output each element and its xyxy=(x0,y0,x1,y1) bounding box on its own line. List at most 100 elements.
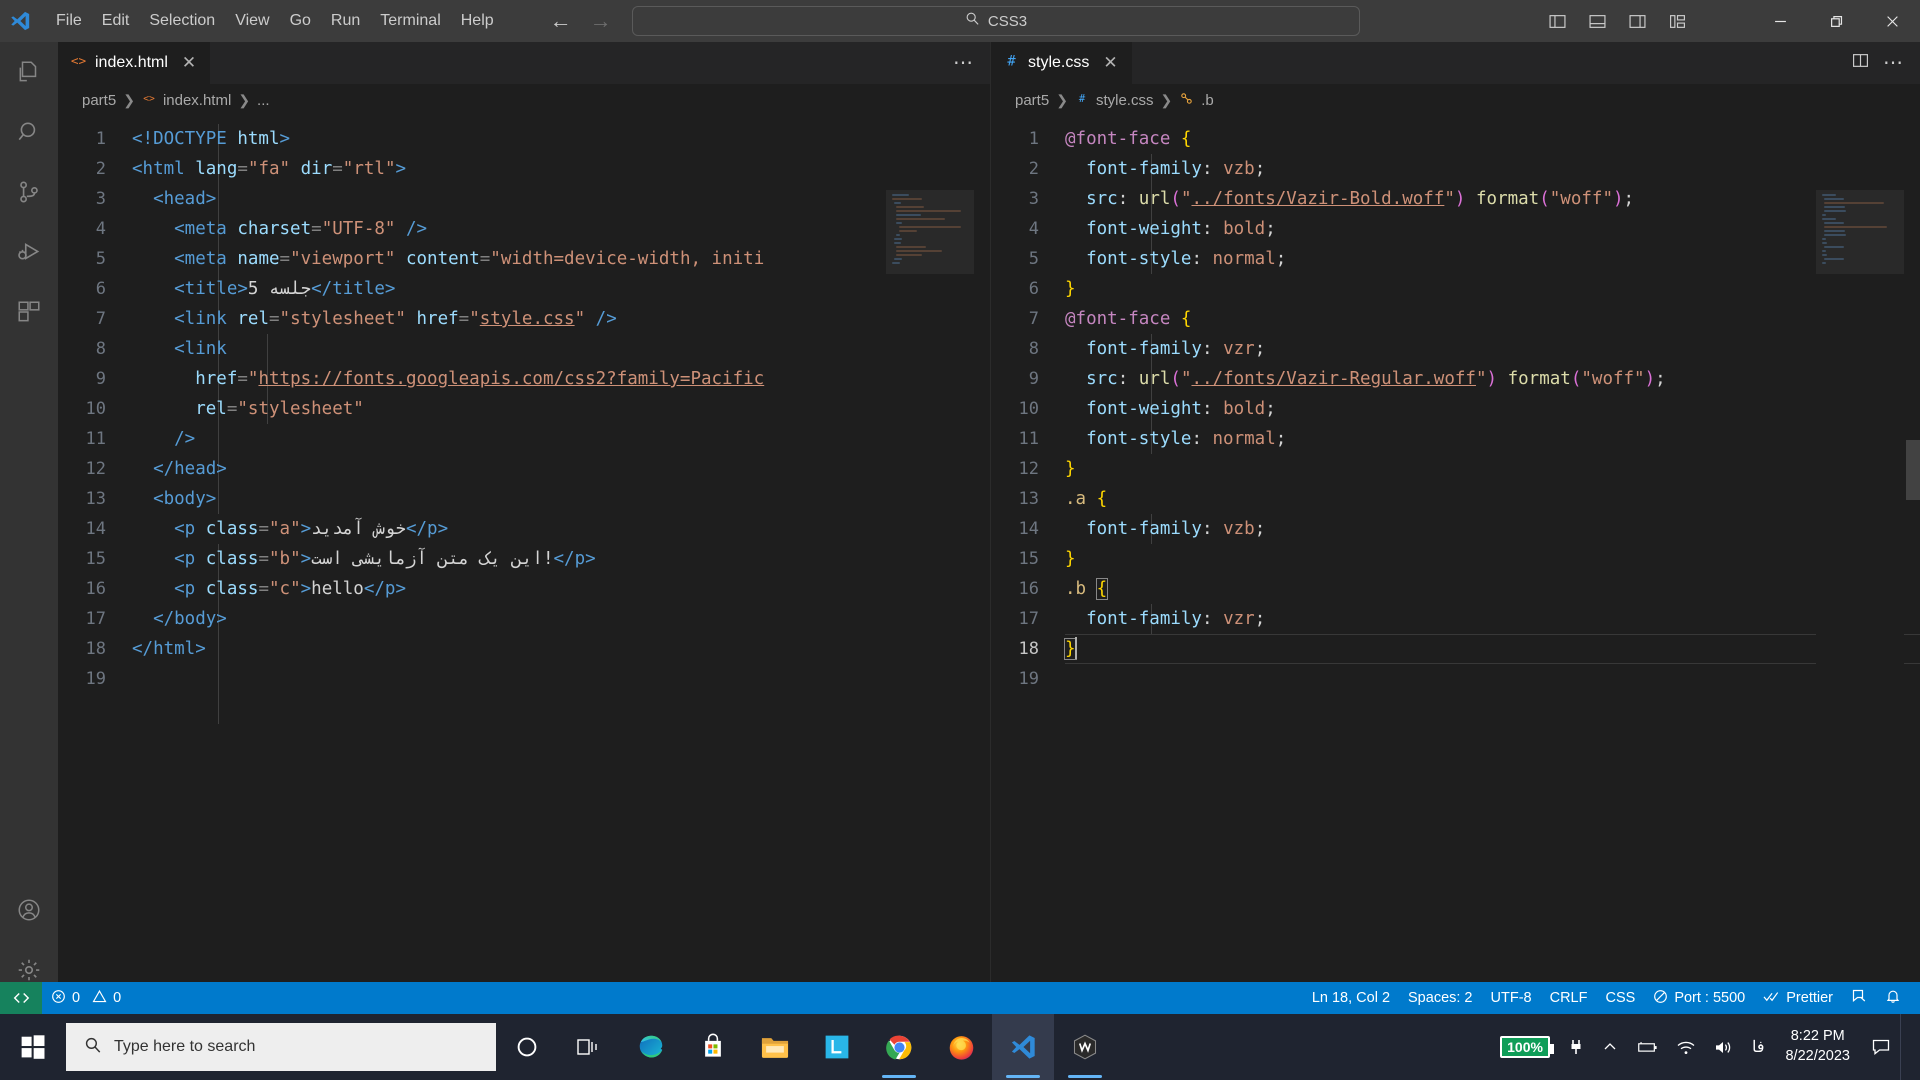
sidebar-item-run-and-debug[interactable] xyxy=(0,222,58,282)
code-line[interactable]: 5 font-style: normal; xyxy=(991,244,1920,274)
code-line[interactable]: 5 <meta name="viewport" content="width=d… xyxy=(58,244,990,274)
code-line[interactable]: 16 <p class="c">hello</p> xyxy=(58,574,990,604)
ellipsis-icon[interactable]: ⋯ xyxy=(953,53,974,73)
code-line[interactable]: 19 xyxy=(58,664,990,694)
tab-style-css[interactable]: # style.css ✕ xyxy=(991,42,1133,84)
menu-selection[interactable]: Selection xyxy=(139,6,225,36)
battery-icon[interactable] xyxy=(1627,1014,1667,1080)
code-line[interactable]: 11 font-style: normal; xyxy=(991,424,1920,454)
toggle-panel-icon[interactable] xyxy=(1584,8,1610,34)
restore-icon[interactable] xyxy=(1808,0,1864,42)
code-line[interactable]: 3 src: url("../fonts/Vazir-Bold.woff") f… xyxy=(991,184,1920,214)
code-line[interactable]: 13 <body> xyxy=(58,484,990,514)
menu-help[interactable]: Help xyxy=(451,6,504,36)
chevron-up-icon[interactable] xyxy=(1593,1014,1627,1080)
status-eol[interactable]: CRLF xyxy=(1541,982,1597,1014)
close-icon[interactable]: ✕ xyxy=(1103,53,1117,73)
minimize-icon[interactable] xyxy=(1752,0,1808,42)
code-line[interactable]: 6 <title>جلسه 5</title> xyxy=(58,274,990,304)
split-editor-icon[interactable] xyxy=(1852,52,1869,74)
command-center[interactable]: CSS3 xyxy=(632,6,1360,36)
status-editor-position[interactable]: Ln 18, Col 2 xyxy=(1303,982,1399,1014)
file-explorer-icon[interactable] xyxy=(744,1014,806,1080)
vscode-icon[interactable] xyxy=(992,1014,1054,1080)
code-line[interactable]: 8 font-family: vzr; xyxy=(991,334,1920,364)
volume-icon[interactable] xyxy=(1705,1014,1743,1080)
status-indentation[interactable]: Spaces: 2 xyxy=(1399,982,1482,1014)
code-line[interactable]: 16 .b { xyxy=(991,574,1920,604)
menu-edit[interactable]: Edit xyxy=(92,6,140,36)
code-line[interactable]: 4 <meta charset="UTF-8" /> xyxy=(58,214,990,244)
code-line[interactable]: 6} xyxy=(991,274,1920,304)
clock[interactable]: 8:22 PM 8/22/2023 xyxy=(1773,1014,1862,1080)
code-line[interactable]: 12} xyxy=(991,454,1920,484)
status-encoding[interactable]: UTF-8 xyxy=(1482,982,1541,1014)
sidebar-item-extensions[interactable] xyxy=(0,282,58,342)
toggle-primary-sidebar-icon[interactable] xyxy=(1544,8,1570,34)
code-line[interactable]: 2 <html lang="fa" dir="rtl"> xyxy=(58,154,990,184)
wifi-icon[interactable] xyxy=(1667,1014,1705,1080)
breadcrumb-item-file[interactable]: style.css xyxy=(1096,92,1154,109)
code-line[interactable]: 3 <head> xyxy=(58,184,990,214)
remote-window-icon[interactable] xyxy=(0,982,42,1014)
code-line[interactable]: 14 <p class="a">خوش آمدید</p> xyxy=(58,514,990,544)
close-icon[interactable]: ✕ xyxy=(182,53,196,73)
code-line[interactable]: 18} xyxy=(991,634,1920,664)
language-indicator[interactable]: فا xyxy=(1743,1014,1774,1080)
menu-view[interactable]: View xyxy=(225,6,279,36)
arrow-left-icon[interactable]: ← xyxy=(550,10,572,32)
code-line[interactable]: 9 src: url("../fonts/Vazir-Regular.woff"… xyxy=(991,364,1920,394)
code-line[interactable]: 18 </html> xyxy=(58,634,990,664)
minimap-right[interactable] xyxy=(1816,190,1904,1014)
menu-terminal[interactable]: Terminal xyxy=(370,6,450,36)
breadcrumb-item-symbol[interactable]: ... xyxy=(257,92,270,109)
code-line[interactable]: 19 xyxy=(991,664,1920,694)
battery-percent-badge[interactable]: 100% xyxy=(1491,1014,1559,1080)
code-line[interactable]: 15 <p class="b">این یک متن آزمایشی است!<… xyxy=(58,544,990,574)
code-line[interactable]: 14 font-family: vzb; xyxy=(991,514,1920,544)
customize-layout-icon[interactable] xyxy=(1664,8,1690,34)
code-line[interactable]: 7 <link rel="stylesheet" href="style.css… xyxy=(58,304,990,334)
code-line[interactable]: 12 </head> xyxy=(58,454,990,484)
code-line[interactable]: 1 @font-face { xyxy=(991,124,1920,154)
letter-w-icon[interactable] xyxy=(1054,1014,1116,1080)
sidebar-item-search[interactable] xyxy=(0,102,58,162)
store-icon[interactable] xyxy=(682,1014,744,1080)
status-language-mode[interactable]: CSS xyxy=(1596,982,1644,1014)
code-line[interactable]: 13 .a { xyxy=(991,484,1920,514)
breadcrumb-item-symbol[interactable]: .b xyxy=(1201,92,1214,109)
code-line[interactable]: 8 <link xyxy=(58,334,990,364)
code-line[interactable]: 7 @font-face { xyxy=(991,304,1920,334)
status-prettier[interactable]: Prettier xyxy=(1754,982,1842,1014)
edge-icon[interactable] xyxy=(620,1014,682,1080)
chrome-icon[interactable] xyxy=(868,1014,930,1080)
tab-index-html[interactable]: <> index.html ✕ xyxy=(58,42,212,84)
code-line[interactable]: 10 font-weight: bold; xyxy=(991,394,1920,424)
status-problems[interactable]: 0 0 xyxy=(42,982,130,1014)
code-line[interactable]: 15} xyxy=(991,544,1920,574)
code-line[interactable]: 9 href="https://fonts.googleapis.com/css… xyxy=(58,364,990,394)
code-line[interactable]: 17 font-family: vzr; xyxy=(991,604,1920,634)
ellipsis-icon[interactable]: ⋯ xyxy=(1883,53,1904,73)
menu-go[interactable]: Go xyxy=(280,6,321,36)
scrollbar-left[interactable] xyxy=(976,190,990,1014)
toggle-secondary-sidebar-icon[interactable] xyxy=(1624,8,1650,34)
code-line[interactable]: 17 </body> xyxy=(58,604,990,634)
code-line[interactable]: 4 font-weight: bold; xyxy=(991,214,1920,244)
action-center-icon[interactable] xyxy=(1862,1014,1900,1080)
scrollbar-right[interactable] xyxy=(1906,190,1920,1014)
breadcrumb-item-file[interactable]: index.html xyxy=(163,92,231,109)
code-line[interactable]: 1 <!DOCTYPE html> xyxy=(58,124,990,154)
sidebar-item-source-control[interactable] xyxy=(0,162,58,222)
menu-file[interactable]: File xyxy=(46,6,92,36)
sidebar-item-explorer[interactable] xyxy=(0,42,58,102)
status-live-server-port[interactable]: Port : 5500 xyxy=(1644,982,1754,1014)
menu-run[interactable]: Run xyxy=(321,6,370,36)
close-icon[interactable] xyxy=(1864,0,1920,42)
task-view-icon[interactable] xyxy=(558,1014,620,1080)
code-line[interactable]: 11 /> xyxy=(58,424,990,454)
arrow-right-icon[interactable]: → xyxy=(590,10,612,32)
code-line[interactable]: 10 rel="stylesheet" xyxy=(58,394,990,424)
breadcrumb-item-folder[interactable]: part5 xyxy=(1015,92,1049,109)
code-editor-right[interactable]: 1 @font-face {2 font-family: vzb; 3 src: u… xyxy=(991,116,1920,1014)
